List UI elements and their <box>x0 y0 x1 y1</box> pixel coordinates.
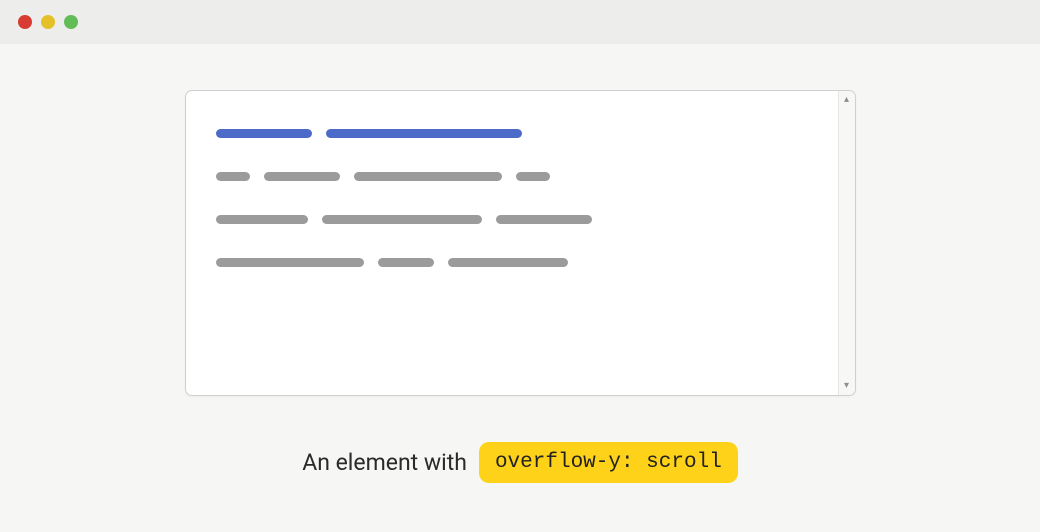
skeleton-bar <box>264 172 340 181</box>
skeleton-bar <box>448 258 568 267</box>
skeleton-bar <box>496 215 592 224</box>
skeleton-row <box>216 215 808 224</box>
skeleton-row <box>216 172 808 181</box>
window-titlebar <box>0 0 1040 44</box>
stage: ▴ ▾ An element with overflow-y: scroll <box>0 44 1040 483</box>
scroll-down-icon[interactable]: ▾ <box>844 381 849 391</box>
skeleton-row <box>216 258 808 267</box>
code-chip: overflow-y: scroll <box>479 442 738 483</box>
scroll-up-icon[interactable]: ▴ <box>844 95 849 105</box>
minimize-icon[interactable] <box>41 15 55 29</box>
scrollbar[interactable]: ▴ ▾ <box>838 91 855 395</box>
close-icon[interactable] <box>18 15 32 29</box>
skeleton-bar <box>216 215 308 224</box>
caption: An element with overflow-y: scroll <box>302 442 738 483</box>
skeleton-bar <box>326 129 522 138</box>
scroll-panel: ▴ ▾ <box>185 90 856 396</box>
caption-prefix: An element with <box>302 449 467 476</box>
skeleton-bar <box>516 172 550 181</box>
skeleton-bar <box>216 129 312 138</box>
skeleton-bar <box>322 215 482 224</box>
panel-content <box>186 91 838 395</box>
skeleton-bar <box>216 258 364 267</box>
skeleton-bar <box>216 172 250 181</box>
skeleton-row <box>216 129 808 138</box>
skeleton-bar <box>354 172 502 181</box>
zoom-icon[interactable] <box>64 15 78 29</box>
skeleton-bar <box>378 258 434 267</box>
